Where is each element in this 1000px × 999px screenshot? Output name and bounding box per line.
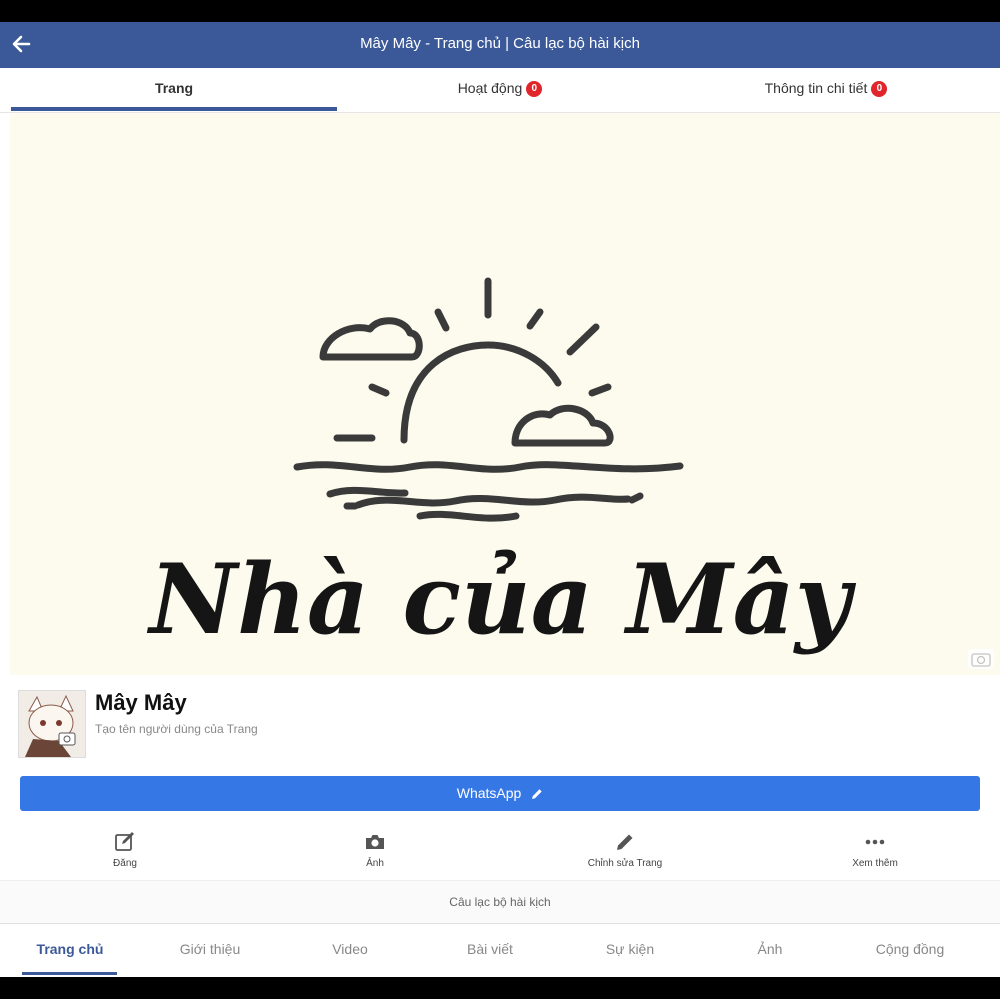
active-tab-indicator xyxy=(11,107,337,111)
action-label: Đăng xyxy=(113,858,137,869)
nav-video[interactable]: Video xyxy=(280,941,420,957)
pencil-icon xyxy=(545,830,705,854)
photo-action[interactable]: Ảnh xyxy=(295,830,455,869)
tab-hoat-dong[interactable]: Hoạt động 0 xyxy=(337,68,663,112)
page-title: Mây Mây - Trang chủ | Câu lạc bộ hài kịc… xyxy=(360,35,640,52)
cover-logo-text: Nhà của Mây xyxy=(146,543,857,656)
pencil-icon xyxy=(532,789,542,800)
edit-page-action[interactable]: Chỉnh sửa Trang xyxy=(545,830,705,869)
bottom-nav: Trang chủ Giới thiệu Video Bài viết Sự k… xyxy=(0,925,1000,977)
top-tabs: Trang Hoạt động 0 Thông tin chi tiết 0 xyxy=(0,68,1000,113)
page-name: Mây Mây xyxy=(95,690,187,715)
nav-bai-viet[interactable]: Bài viết xyxy=(420,941,560,957)
cover-photo[interactable]: Nhà của Mây xyxy=(10,113,1000,675)
avatar[interactable] xyxy=(18,690,86,758)
action-label: Xem thêm xyxy=(852,858,898,869)
action-label: Ảnh xyxy=(366,858,384,869)
nav-anh[interactable]: Ảnh xyxy=(700,941,840,957)
nav-su-kien[interactable]: Sự kiện xyxy=(560,941,700,957)
nav-cong-dong[interactable]: Cộng đồng xyxy=(840,941,980,957)
whatsapp-button[interactable]: WhatsApp xyxy=(20,776,980,811)
app-bar: Mây Mây - Trang chủ | Câu lạc bộ hài kịc… xyxy=(0,22,1000,68)
cover-logo-illustration: Nhà của Mây xyxy=(146,277,857,656)
app-frame: Mây Mây - Trang chủ | Câu lạc bộ hài kịc… xyxy=(0,22,1000,977)
active-nav-indicator xyxy=(22,972,117,975)
edit-square-icon xyxy=(45,830,205,854)
tab-label: Hoạt động xyxy=(457,80,523,96)
whatsapp-button-label: WhatsApp xyxy=(456,785,522,801)
page-category: Câu lạc bộ hài kịch xyxy=(0,881,1000,924)
nav-trang-chu[interactable]: Trang chủ xyxy=(0,941,140,957)
post-action[interactable]: Đăng xyxy=(45,830,205,869)
more-dots-icon xyxy=(795,830,955,854)
notification-badge: 0 xyxy=(871,81,888,98)
profile-header: Mây Mây Tạo tên người dùng của Trang xyxy=(0,675,1000,765)
camera-icon[interactable] xyxy=(968,649,994,669)
tab-trang[interactable]: Trang xyxy=(11,68,337,112)
notification-badge: 0 xyxy=(526,81,543,98)
action-label: Chỉnh sửa Trang xyxy=(587,858,663,869)
camera-icon xyxy=(295,830,455,854)
tab-thong-tin-chi-tiet[interactable]: Thông tin chi tiết 0 xyxy=(663,68,989,112)
more-action[interactable]: Xem thêm xyxy=(795,830,955,869)
tab-label: Thông tin chi tiết xyxy=(764,80,868,96)
create-username-link[interactable]: Tạo tên người dùng của Trang xyxy=(95,722,258,736)
nav-gioi-thieu[interactable]: Giới thiệu xyxy=(140,941,280,957)
action-bar: Đăng Ảnh Chỉnh sửa Trang Xem thêm xyxy=(0,822,1000,881)
tab-label: Trang xyxy=(154,80,194,96)
